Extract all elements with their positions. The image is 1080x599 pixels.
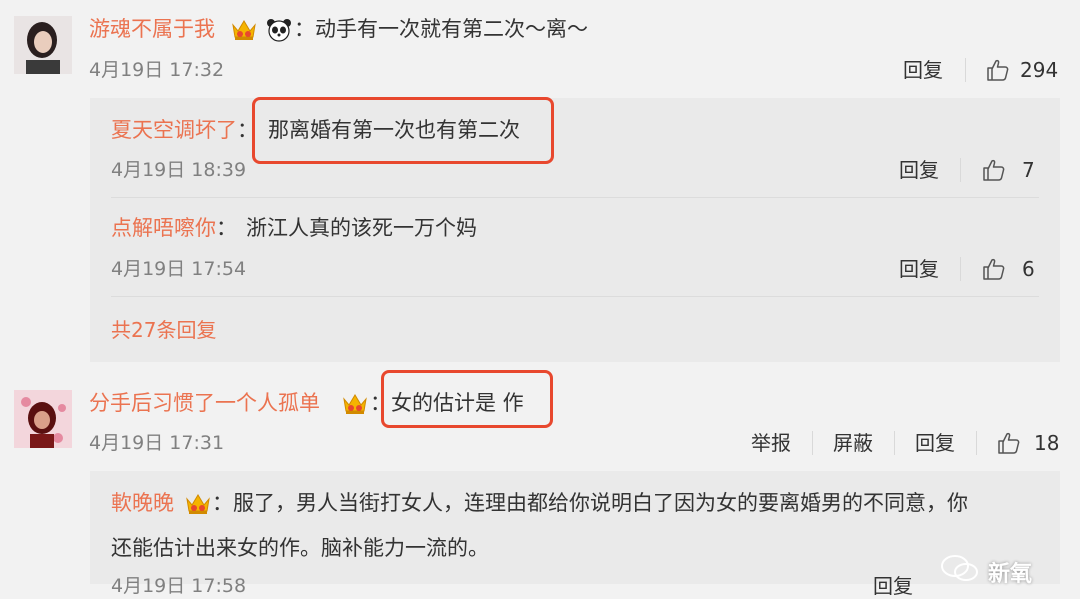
- report-button[interactable]: 举报: [751, 430, 791, 456]
- action-separator: [976, 431, 977, 455]
- vip-crown-icon: [341, 391, 369, 421]
- reply-username[interactable]: 夏天空调坏了：: [111, 116, 258, 144]
- wechat-icon: [940, 553, 980, 587]
- more-replies-link[interactable]: 共27条回复: [111, 317, 216, 343]
- reply-button[interactable]: 回复: [899, 157, 939, 183]
- reply-username[interactable]: 点解唔嚓你：: [111, 214, 237, 242]
- block-button[interactable]: 屏蔽: [833, 430, 873, 456]
- reply-box: 軟晚晚 ：服了，男人当街打女人，连理由都给你说明白了因为女的要离婚男的不同意，你…: [90, 471, 1060, 598]
- comment-username[interactable]: 游魂不属于我: [89, 15, 215, 43]
- reply-timestamp: 4月19日 17:54: [111, 258, 247, 280]
- reply-button[interactable]: 回复: [899, 256, 939, 282]
- action-separator: [812, 431, 813, 455]
- reply-button[interactable]: 回复: [903, 57, 943, 83]
- like-count: 294: [1020, 58, 1059, 82]
- comment-text: ：动手有一次就有第二次～离～: [294, 17, 588, 41]
- avatar[interactable]: [14, 390, 72, 448]
- action-separator: [894, 431, 895, 455]
- panda-icon: [266, 17, 292, 47]
- vip-crown-icon: [184, 491, 212, 521]
- comment-timestamp: 4月19日 17:31: [89, 432, 225, 454]
- action-separator: [965, 58, 966, 82]
- action-separator: [960, 158, 961, 182]
- highlight-box: [252, 97, 554, 164]
- avatar[interactable]: [14, 16, 72, 74]
- reply-divider: [111, 296, 1039, 297]
- vip-crown-icon: [230, 17, 258, 47]
- reply-box: 夏天空调坏了： 那离婚有第一次也有第二次 4月19日 18:39 回复 7 点解…: [90, 98, 1060, 362]
- action-separator: [960, 257, 961, 281]
- thumbs-up-icon[interactable]: [981, 157, 1007, 187]
- reply-text-continued: 还能估计出来女的作。脑补能力一流的。: [111, 536, 489, 560]
- reply-text: 浙江人真的该死一万个妈: [246, 216, 477, 240]
- reply-text: ：服了，男人当街打女人，连理由都给你说明白了因为女的要离婚男的不同意，你: [212, 491, 968, 515]
- highlight-box: [381, 370, 553, 428]
- thumbs-up-icon[interactable]: [985, 57, 1011, 87]
- comment-username[interactable]: 分手后习惯了一个人孤单: [89, 389, 320, 417]
- reply-timestamp: 4月19日 17:58: [111, 575, 247, 597]
- thumbs-up-icon[interactable]: [981, 256, 1007, 286]
- like-count: 7: [1022, 158, 1035, 182]
- comment-timestamp: 4月19日 17:32: [89, 59, 225, 81]
- reply-button[interactable]: 回复: [915, 430, 955, 456]
- reply-timestamp: 4月19日 18:39: [111, 159, 247, 181]
- like-count: 6: [1022, 257, 1035, 281]
- watermark-text: 新氧: [988, 562, 1033, 587]
- reply-divider: [111, 197, 1039, 198]
- reply-username[interactable]: 軟晚晚: [111, 489, 174, 517]
- reply-button[interactable]: 回复: [873, 573, 913, 599]
- thumbs-up-icon[interactable]: [996, 430, 1022, 460]
- like-count: 18: [1034, 431, 1060, 455]
